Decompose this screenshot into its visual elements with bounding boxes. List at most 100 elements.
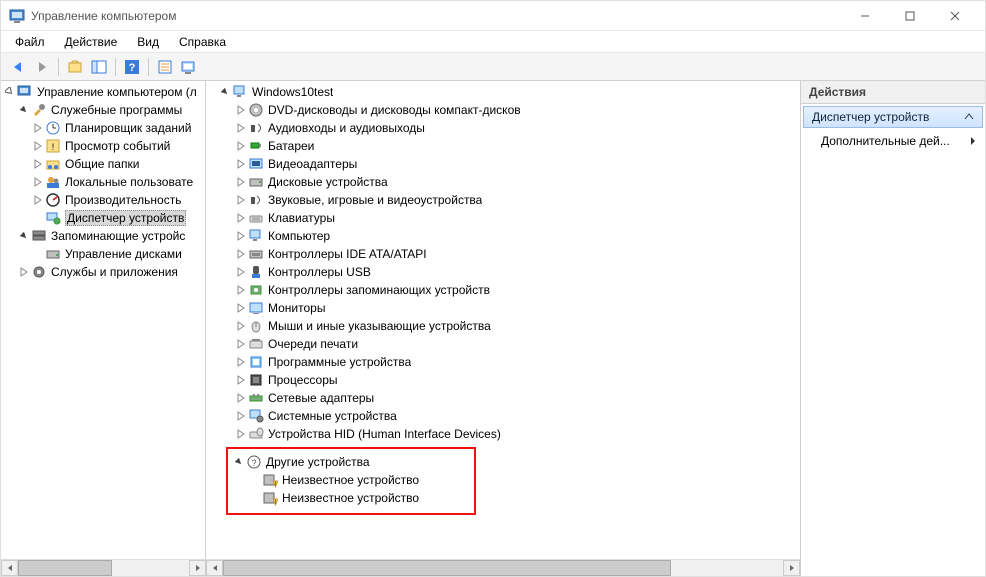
device-unknown[interactable]: ! Неизвестное устройство: [228, 471, 468, 489]
device-tree[interactable]: Windows10test DVD-дисководы и дисководы …: [206, 81, 800, 559]
expander-icon[interactable]: [3, 85, 17, 99]
scroll-right-button[interactable]: [783, 560, 800, 576]
device-category[interactable]: DVD-дисководы и дисководы компакт-дисков: [212, 101, 800, 119]
device-category[interactable]: Батареи: [212, 137, 800, 155]
expander-icon[interactable]: [234, 103, 248, 117]
expander-icon[interactable]: [234, 283, 248, 297]
scroll-right-button[interactable]: [189, 560, 206, 576]
device-category-icon: [248, 264, 264, 280]
collapse-icon[interactable]: [964, 112, 974, 122]
device-category[interactable]: Звуковые, игровые и видеоустройства: [212, 191, 800, 209]
tree-system-tools[interactable]: Служебные программы: [1, 101, 205, 119]
expander-icon[interactable]: [234, 193, 248, 207]
expander-icon[interactable]: [234, 409, 248, 423]
tree-event-viewer[interactable]: ! Просмотр событий: [1, 137, 205, 155]
device-root[interactable]: Windows10test: [212, 83, 800, 101]
device-category[interactable]: Дисковые устройства: [212, 173, 800, 191]
expander-icon[interactable]: [234, 301, 248, 315]
expander-icon[interactable]: [31, 121, 45, 135]
tree-root[interactable]: Управление компьютером (л: [1, 83, 205, 101]
device-category[interactable]: Мониторы: [212, 299, 800, 317]
device-category[interactable]: Программные устройства: [212, 353, 800, 371]
device-category[interactable]: Контроллеры USB: [212, 263, 800, 281]
device-category[interactable]: Очереди печати: [212, 335, 800, 353]
device-category-other[interactable]: ? Другие устройства: [228, 453, 468, 471]
menu-action[interactable]: Действие: [57, 33, 126, 51]
device-category[interactable]: Контроллеры запоминающих устройств: [212, 281, 800, 299]
expander-icon[interactable]: [234, 157, 248, 171]
menu-file[interactable]: Файл: [7, 33, 53, 51]
expander-icon[interactable]: [234, 373, 248, 387]
expander-icon[interactable]: [234, 121, 248, 135]
expander-icon[interactable]: [31, 193, 45, 207]
device-category-icon: [248, 120, 264, 136]
expander-icon[interactable]: [234, 427, 248, 441]
device-category[interactable]: Устройства HID (Human Interface Devices): [212, 425, 800, 443]
expander-icon[interactable]: [234, 319, 248, 333]
expander-icon[interactable]: [234, 211, 248, 225]
expander-icon[interactable]: [31, 139, 45, 153]
forward-button[interactable]: [31, 56, 53, 78]
tree-performance[interactable]: Производительность: [1, 191, 205, 209]
maximize-button[interactable]: [887, 2, 932, 30]
device-category[interactable]: Процессоры: [212, 371, 800, 389]
device-category-icon: [248, 282, 264, 298]
expander-icon[interactable]: [234, 229, 248, 243]
actions-more[interactable]: Дополнительные дей...: [801, 130, 985, 152]
device-category[interactable]: Контроллеры IDE ATA/ATAPI: [212, 245, 800, 263]
device-category[interactable]: Клавиатуры: [212, 209, 800, 227]
device-category[interactable]: Видеоадаптеры: [212, 155, 800, 173]
expander-icon[interactable]: [234, 265, 248, 279]
device-category-icon: [248, 426, 264, 442]
show-hide-tree-button[interactable]: [88, 56, 110, 78]
scroll-left-button[interactable]: [206, 560, 223, 576]
expander-icon[interactable]: [234, 337, 248, 351]
device-category[interactable]: Мыши и иные указывающие устройства: [212, 317, 800, 335]
expander-icon[interactable]: [218, 85, 232, 99]
actions-pane: Действия Диспетчер устройств Дополнитель…: [800, 81, 985, 576]
tree-storage[interactable]: Запоминающие устройс: [1, 227, 205, 245]
expander-icon[interactable]: [234, 175, 248, 189]
tree-services[interactable]: Службы и приложения: [1, 263, 205, 281]
console-tree[interactable]: Управление компьютером (л Служебные прог…: [1, 81, 206, 576]
close-button[interactable]: [932, 2, 977, 30]
expander-icon[interactable]: [234, 355, 248, 369]
tree-shared-folders[interactable]: Общие папки: [1, 155, 205, 173]
tree-local-users[interactable]: Локальные пользовате: [1, 173, 205, 191]
expander-icon[interactable]: [232, 455, 246, 469]
up-button[interactable]: [64, 56, 86, 78]
expander-icon[interactable]: [17, 229, 31, 243]
device-category[interactable]: Сетевые адаптеры: [212, 389, 800, 407]
center-scrollbar[interactable]: [206, 559, 800, 576]
expander-icon[interactable]: [17, 265, 31, 279]
tree-disk-management[interactable]: Управление дисками: [1, 245, 205, 263]
left-scrollbar[interactable]: [1, 559, 206, 576]
help-button[interactable]: ?: [121, 56, 143, 78]
tree-device-manager[interactable]: Диспетчер устройств: [1, 209, 205, 227]
main-content: Управление компьютером (л Служебные прог…: [1, 81, 985, 576]
menu-view[interactable]: Вид: [129, 33, 167, 51]
expander-icon[interactable]: [234, 391, 248, 405]
expander-icon[interactable]: [234, 139, 248, 153]
device-category[interactable]: Системные устройства: [212, 407, 800, 425]
menu-help[interactable]: Справка: [171, 33, 234, 51]
properties-button[interactable]: [154, 56, 176, 78]
scroll-thumb[interactable]: [18, 560, 112, 576]
back-button[interactable]: [7, 56, 29, 78]
device-unknown[interactable]: ! Неизвестное устройство: [228, 489, 468, 507]
actions-context[interactable]: Диспетчер устройств: [803, 106, 983, 128]
expander-icon[interactable]: [31, 157, 45, 171]
scroll-thumb[interactable]: [223, 560, 671, 576]
device-category[interactable]: Аудиовходы и аудиовыходы: [212, 119, 800, 137]
expander-icon[interactable]: [31, 175, 45, 189]
device-category[interactable]: Компьютер: [212, 227, 800, 245]
expander-icon[interactable]: [17, 103, 31, 117]
expander-icon[interactable]: [234, 247, 248, 261]
scan-hardware-button[interactable]: [178, 56, 200, 78]
expander-spacer: [31, 211, 45, 225]
minimize-button[interactable]: [842, 2, 887, 30]
device-category-icon: [248, 210, 264, 226]
expander-spacer: [31, 247, 45, 261]
scroll-left-button[interactable]: [1, 560, 18, 576]
tree-task-scheduler[interactable]: Планировщик заданий: [1, 119, 205, 137]
